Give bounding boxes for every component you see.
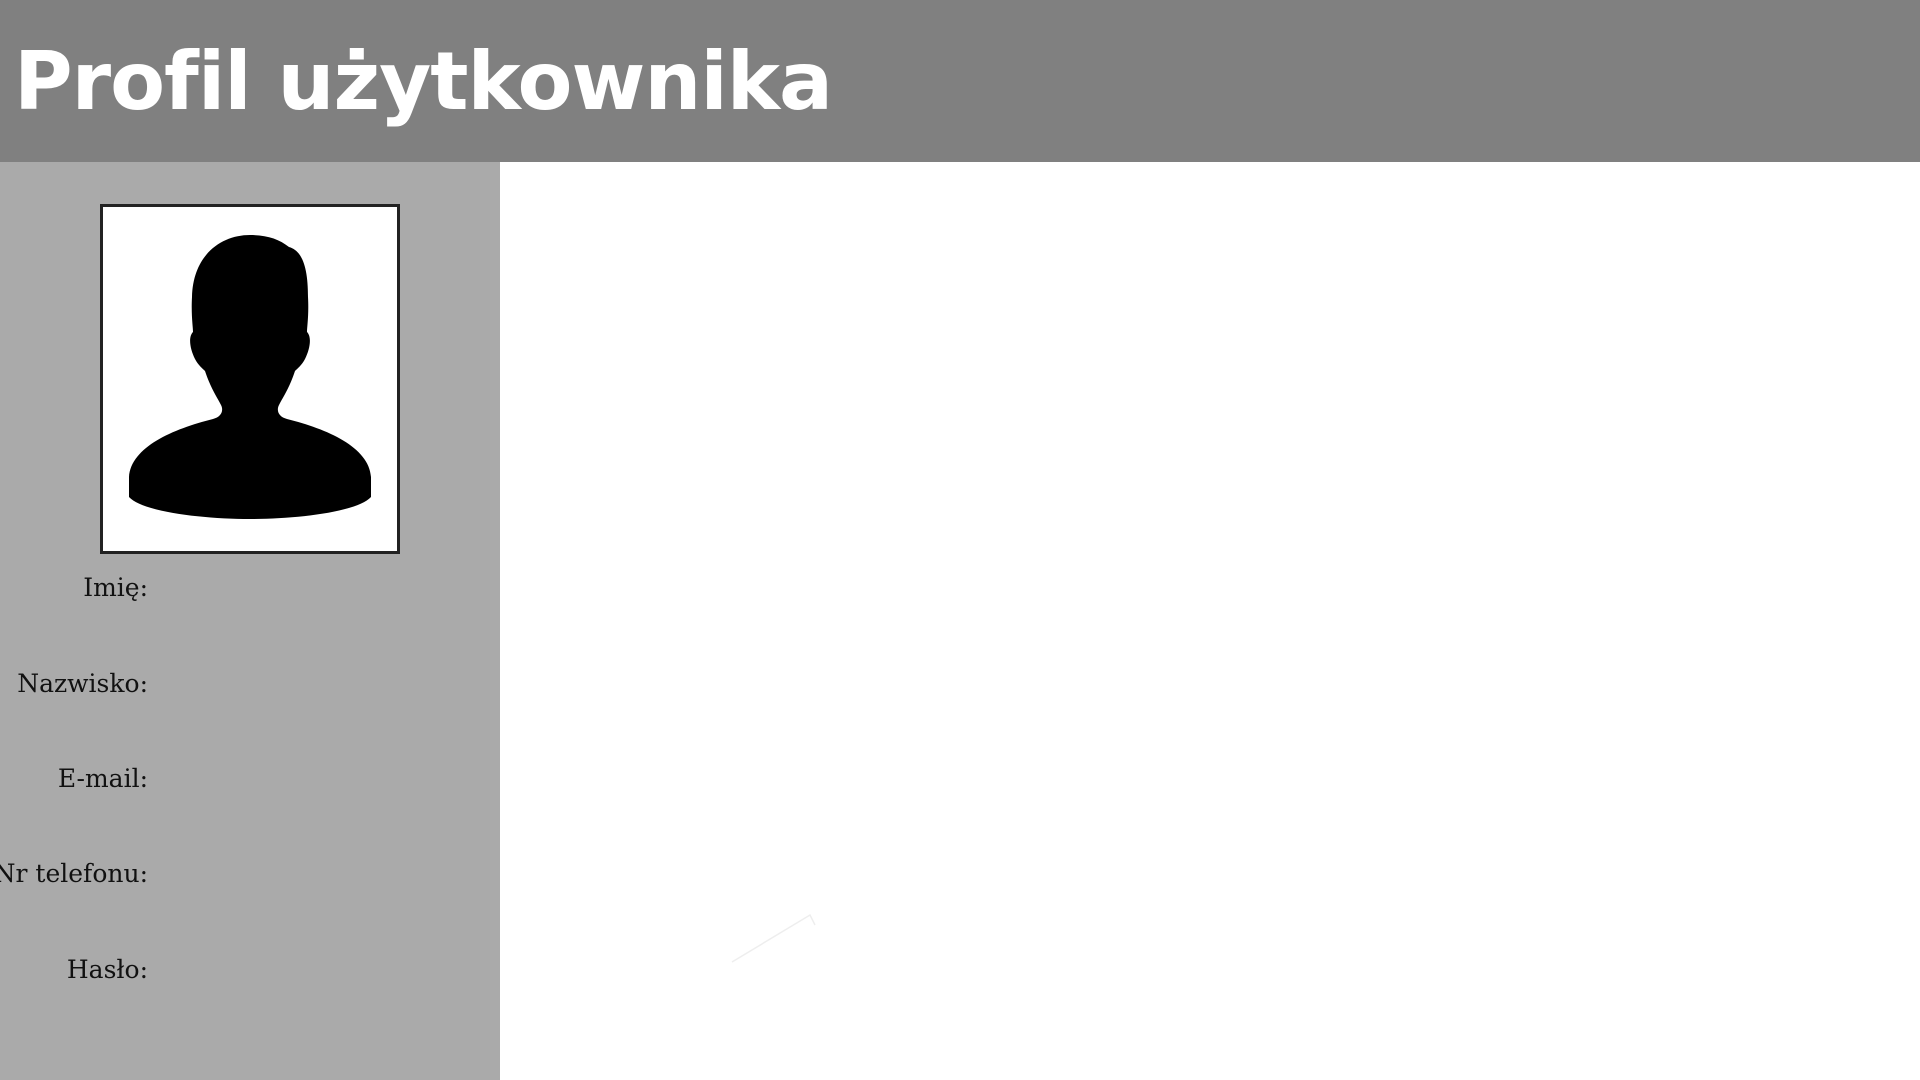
- avatar: [100, 204, 400, 554]
- profile-sidebar: Imię: Nazwisko: E-mail: Nr telefonu: Has…: [0, 162, 500, 1080]
- page-header: Profil użytkownika: [0, 0, 1920, 162]
- user-silhouette-icon: [129, 235, 371, 519]
- phone-label: Nr telefonu:: [0, 859, 148, 888]
- password-label: Hasło:: [66, 955, 148, 984]
- last-name-label: Nazwisko:: [17, 669, 148, 698]
- email-label: E-mail:: [57, 764, 148, 793]
- faint-stroke: [731, 913, 816, 963]
- main-content: [500, 162, 1920, 1080]
- page-title: Profil użytkownika: [14, 35, 833, 128]
- first-name-label: Imię:: [83, 573, 148, 602]
